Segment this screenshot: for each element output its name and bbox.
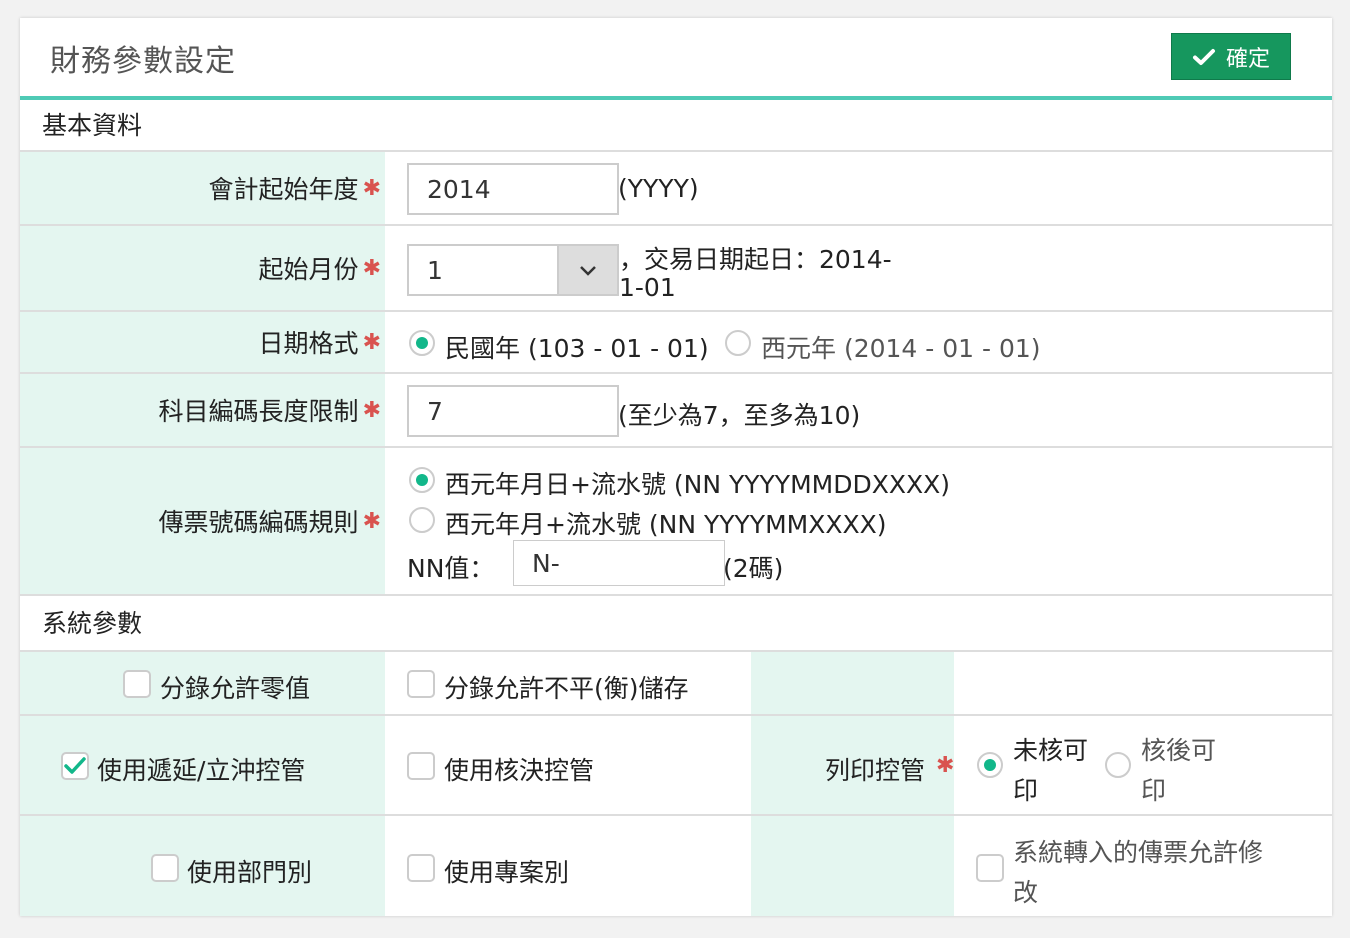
imported-voucher-edit-checkbox[interactable]: [976, 854, 1004, 882]
date-format-label-cell: 日期格式 ✱: [20, 312, 385, 372]
system-row-3: 使用部門別 使用專案別 系統轉入的傳票允許修 改: [20, 816, 1332, 916]
start-month-row: 起始月份 ✱ 1 ，交易日期起日：2014- 1-01: [20, 226, 1332, 312]
asterisk-icon: ✱: [362, 175, 381, 201]
start-month-hint-line1: ，交易日期起日：2014-: [619, 245, 892, 274]
section-system: 系統參數: [20, 596, 1332, 652]
account-code-length-hint: (至少為7，至多為10): [618, 401, 861, 430]
unbalanced-save-checkbox[interactable]: [407, 670, 435, 698]
print-approved-radio[interactable]: [1105, 752, 1131, 778]
account-code-length-row: 科目編碼長度限制 ✱ 7 (至少為7，至多為10): [20, 374, 1332, 448]
start-month-value-cell: 1 ，交易日期起日：2014- 1-01: [385, 226, 1332, 310]
fiscal-year-label-cell: 會計起始年度 ✱: [20, 152, 385, 224]
print-unapproved-line1: 未核可: [1013, 736, 1089, 765]
print-approved-line1: 核後可: [1141, 736, 1217, 765]
date-format-row: 日期格式 ✱ 民國年 (103 - 01 - 01) 西元年 (2014 - 01…: [20, 312, 1332, 374]
voucher-rule-label-cell: 傳票號碼編碼規則 ✱: [20, 448, 385, 594]
zero-entry-label: 分錄允許零值: [160, 674, 311, 703]
check-icon: [1192, 48, 1215, 65]
chevron-down-icon[interactable]: [557, 246, 617, 294]
voucher-rule-ym-label: 西元年月+流水號 (NN YYYYMMXXXX): [445, 510, 887, 539]
system-row-3-cell-3: [751, 816, 954, 916]
start-month-hint-line2: 1-01: [619, 273, 676, 302]
start-month-select[interactable]: 1: [407, 244, 619, 296]
voucher-rule-ymd-radio[interactable]: [409, 467, 435, 493]
approval-control-label: 使用核決控管: [444, 756, 595, 785]
fiscal-year-input[interactable]: 2014: [407, 163, 619, 215]
start-month-label: 起始月份: [258, 255, 359, 284]
imported-voucher-edit-line1: 系統轉入的傳票允許修: [1013, 838, 1264, 867]
page-title: 財務參數設定: [50, 44, 236, 79]
voucher-rule-row: 傳票號碼編碼規則 ✱ 西元年月日+流水號 (NN YYYYMMDDXXXX) 西元…: [20, 448, 1332, 596]
system-row-2: 使用遞延/立沖控管 使用核決控管 列印控管 ✱ 未核可 印 核後可 印: [20, 716, 1332, 816]
deferral-control-label: 使用遞延/立沖控管: [97, 756, 306, 785]
print-approved-line2: 印: [1141, 776, 1167, 805]
check-icon: [64, 757, 86, 774]
section-basic: 基本資料: [20, 100, 1332, 152]
voucher-rule-label: 傳票號碼編碼規則: [158, 508, 359, 537]
date-format-label: 日期格式: [258, 329, 359, 358]
print-unapproved-radio[interactable]: [977, 752, 1003, 778]
asterisk-icon: ✱: [362, 397, 381, 423]
system-row-1-cell-3: [751, 652, 954, 714]
date-format-roc-label: 民國年 (103 - 01 - 01): [445, 334, 709, 363]
print-unapproved-line2: 印: [1013, 776, 1039, 805]
asterisk-icon: ✱: [936, 753, 955, 778]
fiscal-year-value-cell: 2014 (YYYY): [385, 152, 1332, 224]
date-format-ad-radio[interactable]: [725, 330, 751, 356]
start-month-selected: 1: [427, 256, 443, 285]
section-system-title: 系統參數: [42, 609, 143, 638]
account-code-length-label: 科目編碼長度限制: [158, 397, 359, 426]
confirm-label: 確定: [1225, 46, 1270, 72]
fiscal-year-label: 會計起始年度: [208, 175, 359, 204]
system-row-1: 分錄允許零值 分錄允許不平(衡)儲存: [20, 652, 1332, 716]
voucher-rule-ymd-label: 西元年月日+流水號 (NN YYYYMMDDXXXX): [445, 470, 950, 499]
imported-voucher-edit-line2: 改: [1013, 878, 1039, 907]
use-project-label: 使用專案別: [444, 858, 570, 887]
section-basic-title: 基本資料: [42, 111, 143, 140]
nn-value-hint: (2碼): [723, 554, 784, 583]
unbalanced-save-label: 分錄允許不平(衡)儲存: [444, 674, 689, 703]
print-control-label: 列印控管: [825, 756, 926, 785]
fiscal-year-hint: (YYYY): [618, 174, 699, 203]
asterisk-icon: ✱: [362, 255, 381, 281]
deferral-control-checkbox[interactable]: [61, 752, 89, 780]
fiscal-year-row: 會計起始年度 ✱ 2014 (YYYY): [20, 152, 1332, 226]
asterisk-icon: ✱: [362, 508, 381, 534]
account-code-length-label-cell: 科目編碼長度限制 ✱: [20, 374, 385, 446]
asterisk-icon: ✱: [362, 329, 381, 355]
start-month-label-cell: 起始月份 ✱: [20, 226, 385, 310]
voucher-rule-value-cell: 西元年月日+流水號 (NN YYYYMMDDXXXX) 西元年月+流水號 (NN…: [385, 448, 1332, 594]
account-code-length-input[interactable]: 7: [407, 385, 619, 437]
panel-header: 財務參數設定 確定: [20, 18, 1332, 100]
finance-settings-panel: 財務參數設定 確定 基本資料 會計起始年度 ✱ 2014 (YYYY) 起始月份 ✱…: [20, 18, 1332, 916]
zero-entry-checkbox[interactable]: [123, 670, 151, 698]
approval-control-checkbox[interactable]: [407, 752, 435, 780]
date-format-ad-label: 西元年 (2014 - 01 - 01): [761, 334, 1041, 363]
date-format-value-cell: 民國年 (103 - 01 - 01) 西元年 (2014 - 01 - 01): [385, 312, 1332, 372]
nn-value-label: NN值：: [407, 554, 495, 583]
nn-value-input[interactable]: N-: [513, 540, 725, 586]
use-department-checkbox[interactable]: [151, 854, 179, 882]
voucher-rule-ym-radio[interactable]: [409, 507, 435, 533]
date-format-roc-radio[interactable]: [409, 330, 435, 356]
use-department-label: 使用部門別: [187, 858, 313, 887]
confirm-button[interactable]: 確定: [1171, 33, 1291, 80]
use-project-checkbox[interactable]: [407, 854, 435, 882]
account-code-length-value-cell: 7 (至少為7，至多為10): [385, 374, 1332, 446]
